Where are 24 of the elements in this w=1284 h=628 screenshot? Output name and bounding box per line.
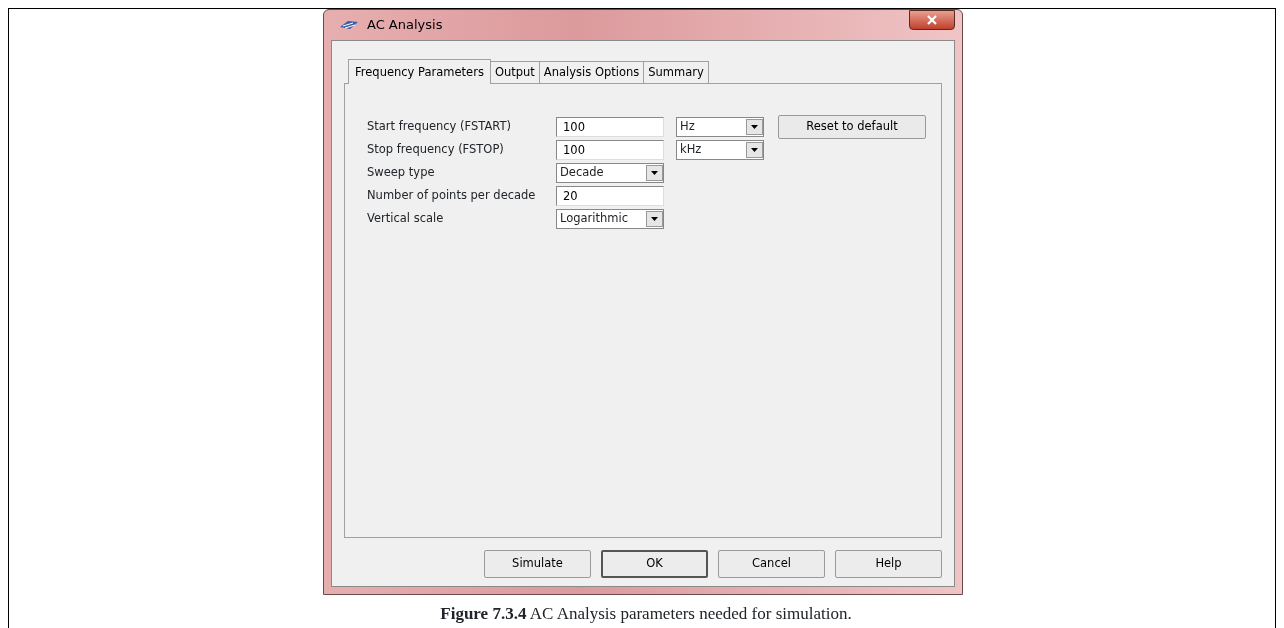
tab[interactable]: Frequency Parameters bbox=[348, 59, 491, 85]
close-icon bbox=[927, 14, 937, 25]
unit-dropdown[interactable]: Hz bbox=[676, 116, 764, 137]
field-label: Number of points per decade bbox=[367, 187, 537, 205]
input-field[interactable]: 100 bbox=[556, 116, 664, 137]
field-label: Start frequency (FSTART) bbox=[367, 118, 512, 136]
input-field[interactable]: 100 bbox=[556, 139, 664, 160]
dialog-button[interactable]: Help bbox=[835, 550, 942, 578]
dialog-button[interactable]: Cancel bbox=[718, 550, 825, 578]
app-icon bbox=[339, 19, 359, 31]
field-label: Vertical scale bbox=[367, 210, 445, 228]
dialog-button[interactable]: OK bbox=[601, 550, 708, 578]
tab[interactable]: Summary bbox=[643, 61, 709, 84]
figure-caption: Figure 7.3.4 AC Analysis parameters needed for simulation. bbox=[439, 603, 853, 625]
input-field[interactable]: 20 bbox=[556, 185, 664, 206]
dropdown[interactable]: Logarithmic bbox=[556, 208, 664, 229]
dialog-button[interactable]: Simulate bbox=[484, 550, 591, 578]
close-button[interactable] bbox=[909, 10, 955, 30]
field-label: Sweep type bbox=[367, 164, 436, 182]
reset-button[interactable]: Reset to default bbox=[778, 114, 926, 139]
dropdown[interactable]: Decade bbox=[556, 162, 664, 183]
unit-dropdown[interactable]: kHz bbox=[676, 139, 764, 160]
window-title: AC Analysis bbox=[367, 16, 443, 35]
field-label: Stop frequency (FSTOP) bbox=[367, 141, 505, 159]
